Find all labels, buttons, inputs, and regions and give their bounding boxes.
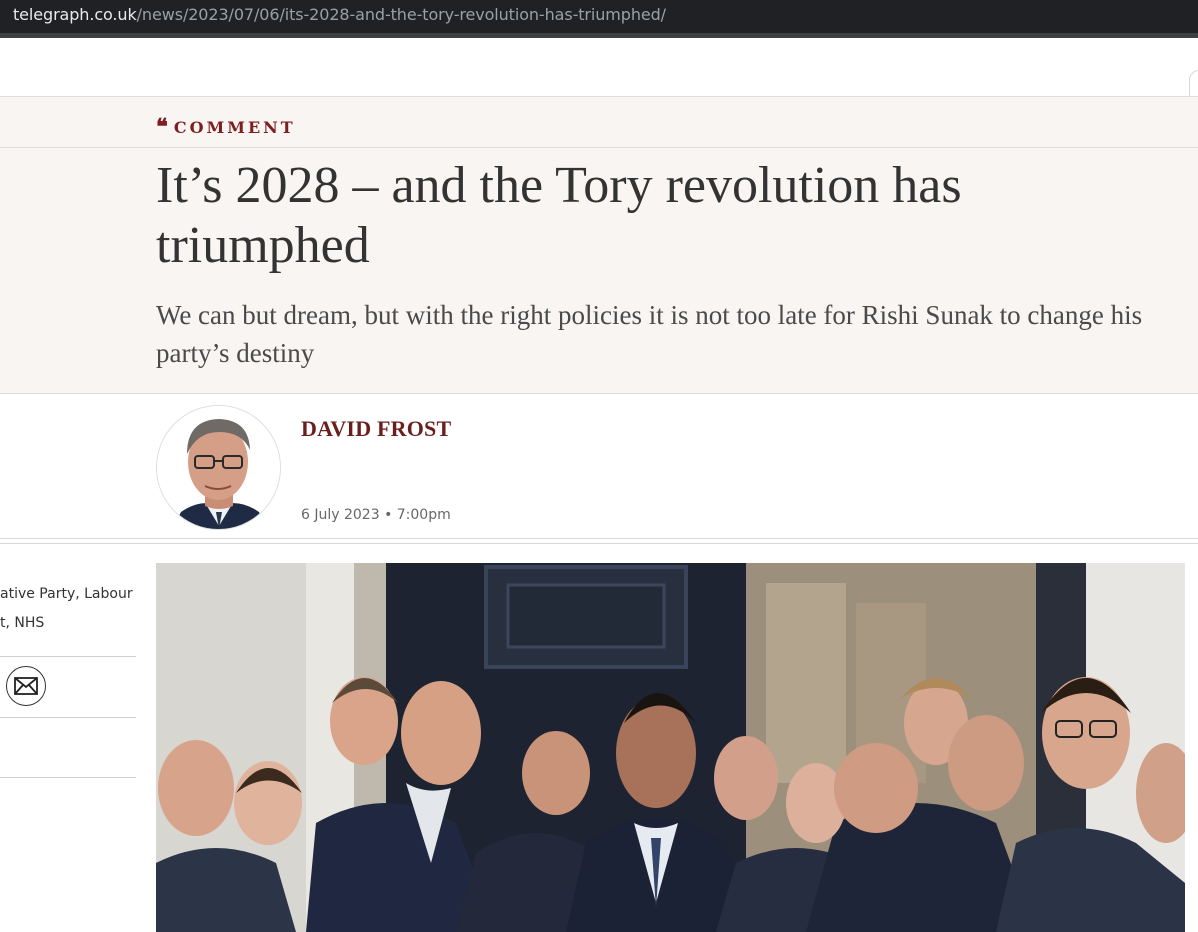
url-text[interactable]: telegraph.co.uk/news/2023/07/06/its-2028…	[13, 5, 666, 24]
lead-photo-illustration	[156, 563, 1185, 932]
author-name[interactable]: DAVID FROST	[301, 416, 451, 442]
sidebar-rule	[0, 656, 136, 657]
browser-address-bar[interactable]: telegraph.co.uk/news/2023/07/06/its-2028…	[0, 0, 1198, 33]
browser-border	[0, 33, 1198, 38]
byline-divider-bottom	[0, 543, 1198, 544]
share-email-button[interactable]	[6, 666, 46, 706]
author-portrait	[157, 406, 280, 529]
topic-tag-line[interactable]: ative Party, Labour	[0, 580, 136, 609]
topic-tag-line[interactable]: t, NHS	[0, 609, 136, 638]
url-domain: telegraph.co.uk	[13, 5, 137, 24]
header-divider	[0, 147, 1198, 148]
article-headline: It’s 2028 – and the Tory revolution has …	[156, 157, 962, 274]
publish-date: 6 July 2023 • 7:00pm	[301, 507, 451, 523]
quote-icon: ❝	[156, 114, 168, 140]
topic-link[interactable]: t, NHS	[0, 615, 44, 631]
section-kicker[interactable]: ❝ COMMENT	[156, 114, 296, 140]
byline: DAVID FROST 6 July 2023 • 7:00pm	[0, 395, 1198, 545]
article-sidebar: ative Party, Labour t, NHS	[0, 580, 136, 778]
article-standfirst: We can but dream, but with the right pol…	[156, 300, 1143, 368]
topic-link[interactable]: ative Party, Labour	[0, 586, 133, 602]
byline-divider-top	[0, 538, 1198, 539]
topic-tags: ative Party, Labour t, NHS	[0, 580, 136, 638]
section-label[interactable]: COMMENT	[174, 118, 296, 137]
url-path: /news/2023/07/06/its-2028-and-the-tory-r…	[136, 5, 666, 24]
sidebar-rule	[0, 777, 136, 778]
lead-image[interactable]	[156, 563, 1185, 932]
author-avatar[interactable]	[156, 405, 281, 530]
mail-icon	[14, 677, 38, 695]
sidebar-rule	[0, 717, 136, 718]
